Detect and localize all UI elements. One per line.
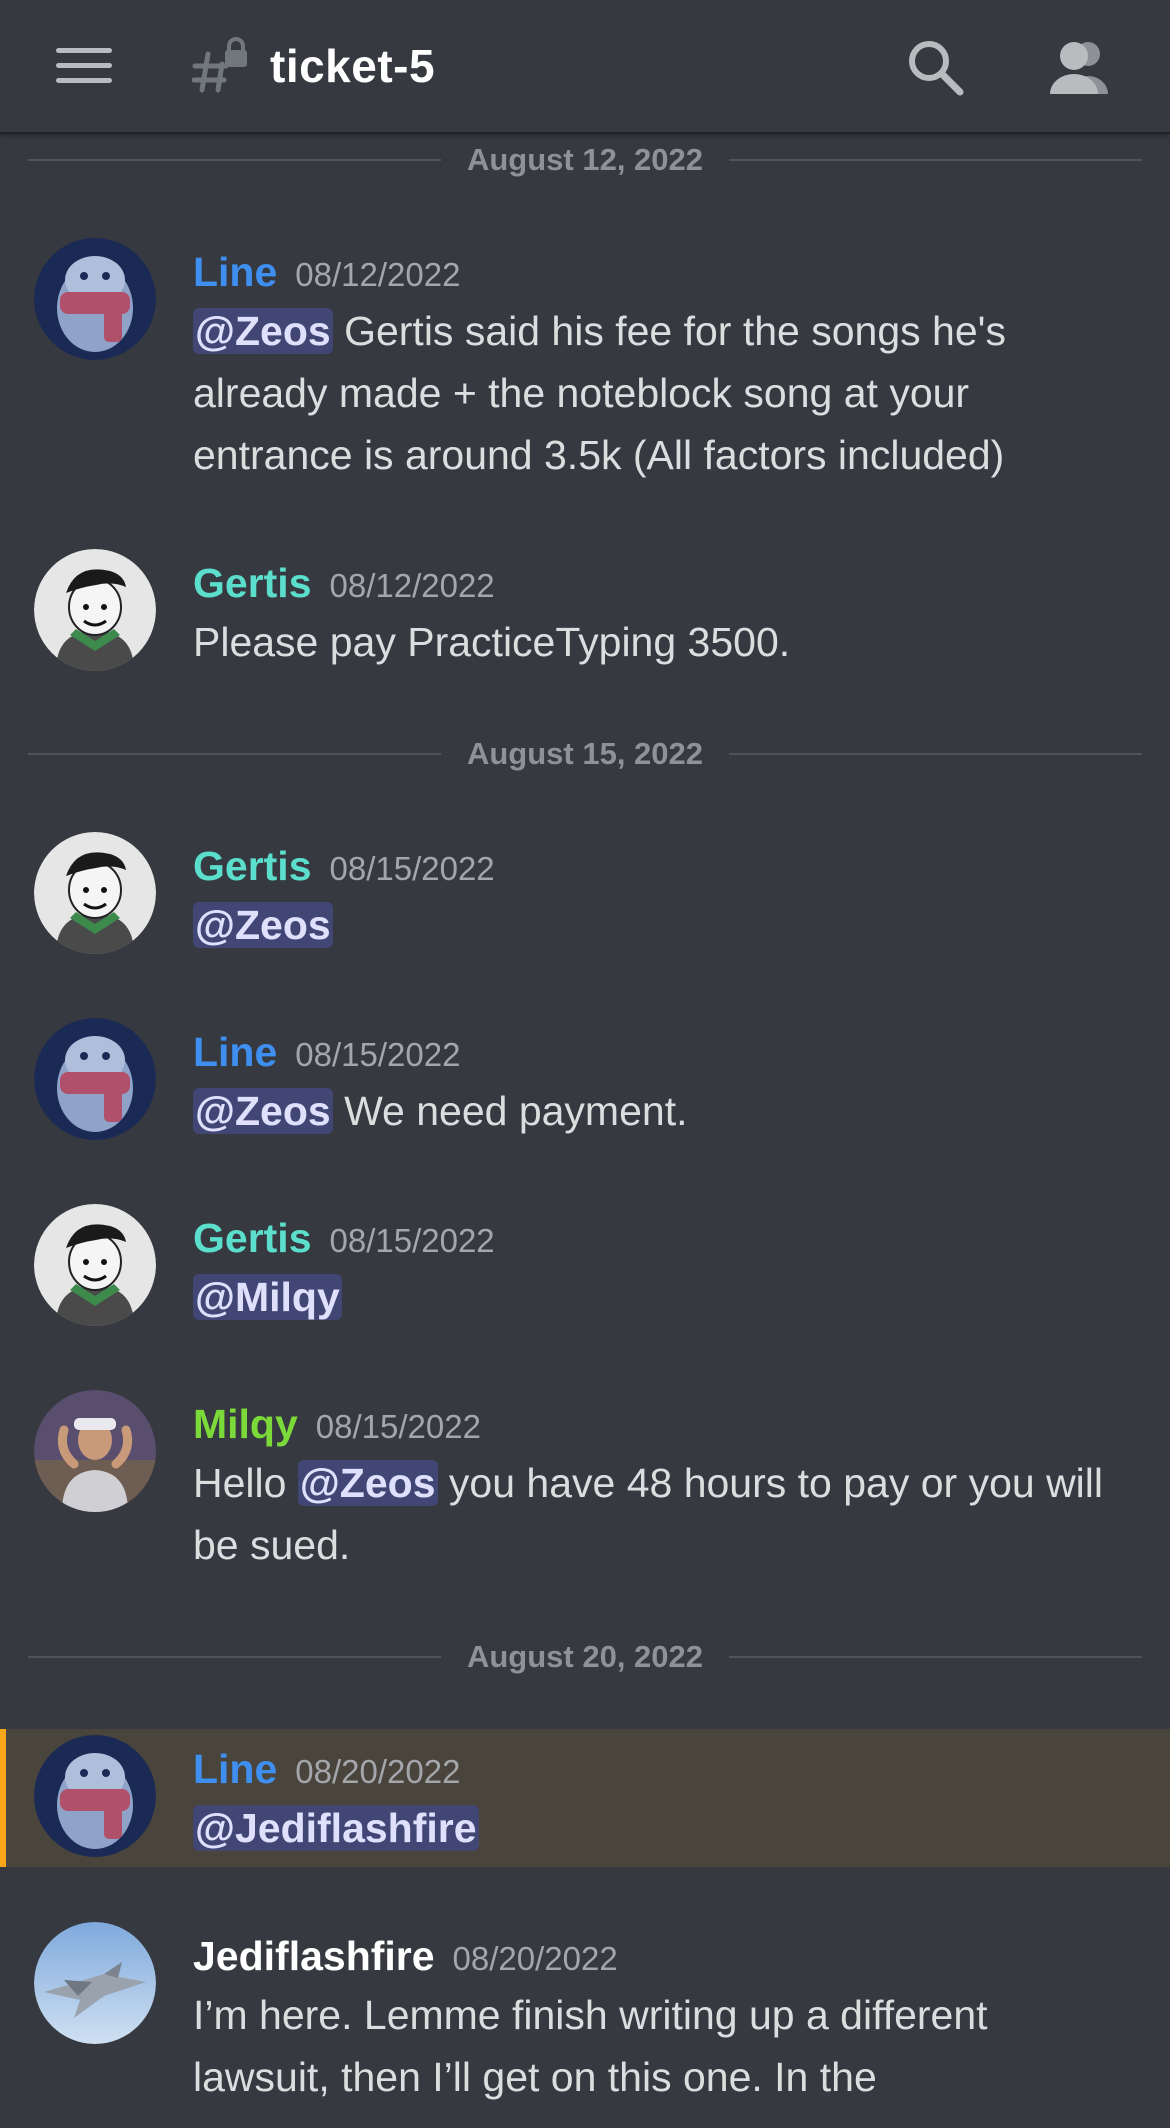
user-mention[interactable]: @Zeos [193, 902, 333, 948]
date-divider: August 15, 2022 [28, 734, 1142, 774]
message[interactable]: Line 08/12/2022 @Zeos Gertis said his fee… [0, 238, 1170, 488]
user-mention[interactable]: @Zeos [297, 1460, 438, 1506]
hamburger-icon[interactable] [56, 46, 112, 86]
message-text: I’m here. Lemme finish writing up a diff… [193, 1992, 988, 2100]
message[interactable]: Gertis 08/15/2022 @Zeos [0, 832, 1170, 962]
members-icon[interactable] [1046, 38, 1112, 96]
author-name[interactable]: Line [193, 1746, 277, 1792]
avatar-gertis[interactable] [34, 1204, 156, 1326]
user-mention[interactable]: @Zeos [193, 308, 333, 354]
timestamp: 08/15/2022 [329, 850, 495, 887]
search-icon[interactable] [906, 38, 964, 96]
author-name[interactable]: Milqy [193, 1401, 298, 1447]
timestamp: 08/15/2022 [315, 1408, 481, 1445]
avatar-line[interactable] [34, 1735, 156, 1857]
message-text: Hello @Zeos you have 48 hours to pay or … [193, 1460, 1104, 1568]
avatar-gertis[interactable] [34, 549, 156, 671]
date-divider-label: August 12, 2022 [440, 140, 730, 180]
author-name[interactable]: Gertis [193, 560, 312, 606]
author-name[interactable]: Gertis [193, 843, 312, 889]
message-text: @Jediflashfire [193, 1797, 1130, 1859]
message-text: @Zeos [193, 894, 1130, 956]
date-divider-label: August 15, 2022 [440, 734, 730, 774]
message-text: @Milqy [193, 1266, 1130, 1328]
timestamp: 08/20/2022 [452, 1940, 618, 1977]
message[interactable]: Jediflashfire 08/20/2022 I’m here. Lemme … [0, 1922, 1170, 2128]
avatar-jediflashfire[interactable] [34, 1922, 156, 2044]
author-name[interactable]: Gertis [193, 1215, 312, 1261]
message[interactable]: Gertis 08/12/2022 Please pay PracticeTypi… [0, 549, 1170, 679]
date-divider: August 12, 2022 [28, 140, 1142, 180]
timestamp: 08/12/2022 [329, 567, 495, 604]
mention-highlight-bar [0, 1729, 6, 1867]
timestamp: 08/20/2022 [295, 1753, 461, 1790]
message[interactable]: Line 08/15/2022 @Zeos We need payment. [0, 1018, 1170, 1148]
date-divider-label: August 20, 2022 [440, 1637, 730, 1677]
user-mention[interactable]: @Jediflashfire [193, 1805, 479, 1851]
message-highlighted[interactable]: Line 08/20/2022 @Jediflashfire [0, 1729, 1170, 1867]
message-text: @Zeos Gertis said his fee for the songs … [193, 308, 1006, 478]
timestamp: 08/15/2022 [329, 1222, 495, 1259]
date-divider: August 20, 2022 [28, 1637, 1142, 1677]
author-name[interactable]: Line [193, 1029, 277, 1075]
timestamp: 08/12/2022 [295, 256, 461, 293]
user-mention[interactable]: @Zeos [193, 1088, 333, 1134]
locked-hashtag-icon [192, 37, 247, 93]
message[interactable]: Gertis 08/15/2022 @Milqy [0, 1204, 1170, 1334]
channel-header: ticket-5 [0, 0, 1170, 134]
avatar-milqy[interactable] [34, 1390, 156, 1512]
message[interactable]: Milqy 08/15/2022 Hello @Zeos you have 48 … [0, 1390, 1170, 1580]
timestamp: 08/15/2022 [295, 1036, 461, 1073]
avatar-line[interactable] [34, 1018, 156, 1140]
message-text: @Zeos We need payment. [193, 1088, 688, 1134]
author-name[interactable]: Jediflashfire [193, 1933, 435, 1979]
channel-title[interactable]: ticket-5 [270, 36, 435, 96]
author-name[interactable]: Line [193, 249, 277, 295]
user-mention[interactable]: @Milqy [193, 1274, 342, 1320]
message-text: Please pay PracticeTyping 3500. [193, 619, 791, 665]
avatar-gertis[interactable] [34, 832, 156, 954]
avatar-line[interactable] [34, 238, 156, 360]
